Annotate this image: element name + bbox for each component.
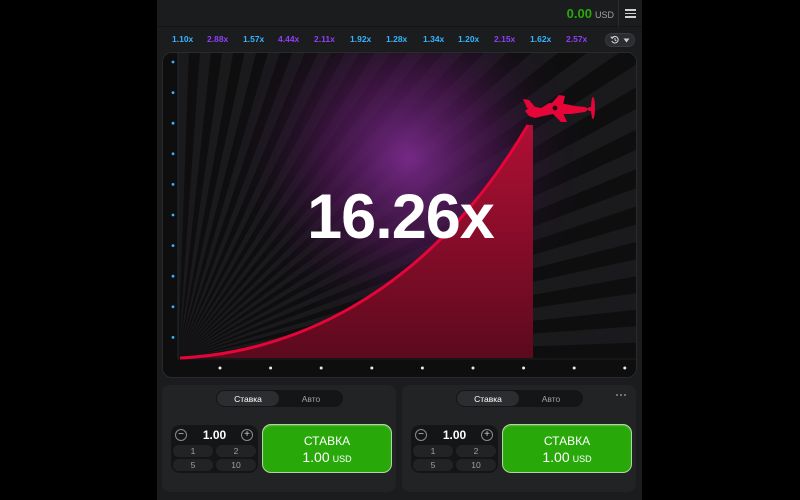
more-dot xyxy=(616,394,618,396)
bet-panel-2: Ставка Авто − + 1 2 5 10 СТАВКА 1.00 USD xyxy=(402,385,636,492)
stake-selector: − + 1 2 5 10 xyxy=(171,425,258,473)
current-multiplier: 16.26x xyxy=(307,182,495,252)
decrease-stake-button[interactable]: − xyxy=(175,429,187,441)
bet-button-amount: 1.00 USD xyxy=(503,449,631,465)
bet-mode-tabs: Ставка Авто xyxy=(216,390,343,407)
history-item[interactable]: 1.34x xyxy=(423,34,444,44)
more-dot xyxy=(624,394,626,396)
bet-button-title: СТАВКА xyxy=(543,434,591,448)
menu-icon-line xyxy=(625,9,636,11)
history-item[interactable]: 2.57x xyxy=(566,34,587,44)
balance-currency: USD xyxy=(594,10,614,20)
history-item[interactable]: 1.28x xyxy=(386,34,407,44)
x-axis-dot xyxy=(319,366,323,370)
bet-panel-1: Ставка Авто − + 1 2 5 10 СТАВКА 1.00 USD xyxy=(162,385,396,492)
menu-icon-line xyxy=(625,16,636,18)
y-axis-dot xyxy=(171,152,175,156)
tab-auto[interactable]: Авто xyxy=(520,391,582,406)
y-axis-dot xyxy=(171,91,175,94)
increase-stake-button[interactable]: + xyxy=(241,429,253,441)
bet-mode-tabs: Ставка Авто xyxy=(456,390,583,407)
x-axis-dot xyxy=(471,366,475,370)
history-item[interactable]: 2.15x xyxy=(494,34,515,44)
history-item[interactable]: 1.62x xyxy=(530,34,551,44)
game-app: 0.00 USD 1.10x 2.88x 1.57x 4.44x 2.11x 1… xyxy=(157,0,642,500)
quick-stake-button[interactable]: 10 xyxy=(216,459,256,471)
remove-panel-button[interactable] xyxy=(616,391,626,399)
x-axis-dot xyxy=(370,366,374,370)
history-item[interactable]: 2.11x xyxy=(314,34,335,44)
x-axis-dot xyxy=(572,366,576,370)
tab-bet[interactable]: Ставка xyxy=(457,391,519,406)
tab-bet[interactable]: Ставка xyxy=(217,391,279,406)
more-dot xyxy=(620,394,622,396)
stake-input[interactable] xyxy=(189,427,240,443)
history-item[interactable]: 2.88x xyxy=(207,34,228,44)
quick-stake-button[interactable]: 5 xyxy=(413,459,453,471)
game-canvas: 16.26x xyxy=(162,52,637,378)
place-bet-button[interactable]: СТАВКА 1.00 USD xyxy=(502,424,632,473)
decrease-stake-button[interactable]: − xyxy=(415,429,427,441)
quick-stake-button[interactable]: 5 xyxy=(173,459,213,471)
y-axis-dot xyxy=(171,121,175,125)
y-axis-dot xyxy=(171,305,175,309)
x-axis-dot xyxy=(218,366,222,370)
quick-stake-button[interactable]: 10 xyxy=(456,459,496,471)
history-item[interactable]: 1.20x xyxy=(458,34,479,44)
quick-stake-button[interactable]: 1 xyxy=(413,445,453,457)
history-clock-icon xyxy=(610,35,619,44)
balance-amount: 0.00 xyxy=(566,6,592,21)
y-axis-dot xyxy=(171,274,175,278)
place-bet-button[interactable]: СТАВКА 1.00 USD xyxy=(262,424,392,473)
bet-amount-currency: USD xyxy=(572,454,592,464)
x-axis-dot xyxy=(269,366,273,370)
x-axis-dot xyxy=(623,366,627,370)
menu-button[interactable] xyxy=(618,0,642,27)
quick-stake-button[interactable]: 2 xyxy=(456,445,496,457)
quick-stake-button[interactable]: 1 xyxy=(173,445,213,457)
x-axis-dot xyxy=(522,366,526,370)
quick-stake-button[interactable]: 2 xyxy=(216,445,256,457)
tab-auto[interactable]: Авто xyxy=(280,391,342,406)
history-item[interactable]: 1.10x xyxy=(172,34,193,44)
history-item[interactable]: 1.57x xyxy=(243,34,264,44)
balance-display: 0.00 USD xyxy=(567,6,614,21)
y-axis-dot xyxy=(171,60,175,64)
y-axis-dot xyxy=(171,336,175,339)
x-axis-dot xyxy=(420,366,424,370)
stake-selector: − + 1 2 5 10 xyxy=(411,425,498,473)
bet-button-amount: 1.00 USD xyxy=(263,449,391,465)
bet-button-title: СТАВКА xyxy=(303,434,351,448)
history-item[interactable]: 1.92x xyxy=(350,34,371,44)
menu-icon-line xyxy=(625,12,636,15)
bet-amount-value: 1.00 xyxy=(542,449,570,465)
bet-amount-value: 1.00 xyxy=(302,449,330,465)
increase-stake-button[interactable]: + xyxy=(481,429,493,441)
stake-input[interactable] xyxy=(429,427,480,443)
chevron-down-icon xyxy=(623,38,630,42)
bet-amount-currency: USD xyxy=(332,454,352,464)
history-item[interactable]: 4.44x xyxy=(278,34,299,44)
header-bar: 0.00 USD xyxy=(157,0,642,27)
multiplier-history: 1.10x 2.88x 1.57x 4.44x 2.11x 1.92x 1.28… xyxy=(157,28,642,51)
history-toggle-button[interactable] xyxy=(605,33,635,47)
